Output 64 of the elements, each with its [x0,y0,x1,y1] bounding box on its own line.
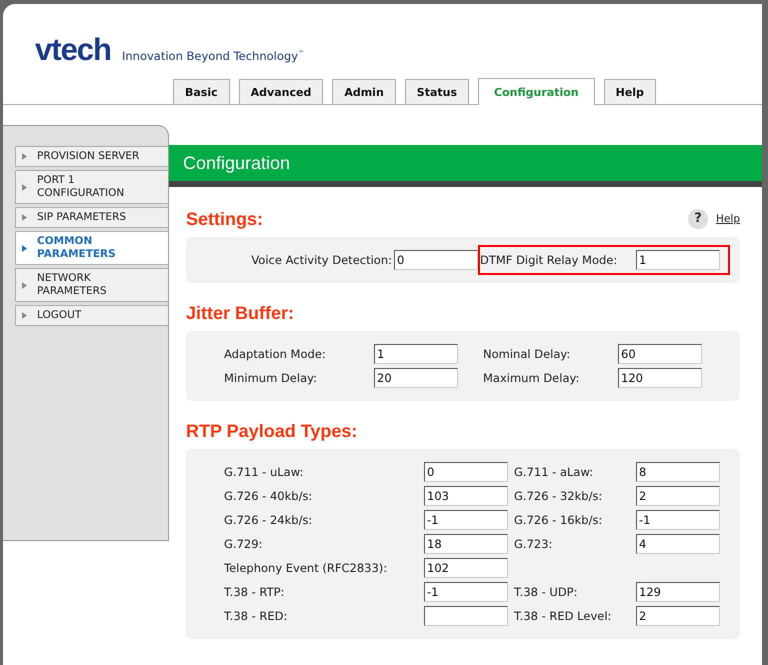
sidebar-item[interactable]: SIP PARAMETERS [15,207,168,228]
field-label: Nominal Delay: [483,347,572,361]
input-field[interactable]: 2 [636,606,720,626]
input-field[interactable]: 102 [424,558,508,578]
help-icon[interactable]: ? [688,209,708,229]
input-field[interactable]: 0 [424,462,508,482]
nav-tab[interactable]: Basic [173,79,230,104]
field-label: Minimum Delay: [224,371,318,385]
input-field[interactable]: 1 [636,250,720,270]
field-label: G.711 - uLaw: [224,465,304,479]
field-label: G.729: [224,537,264,551]
title-bar: Configuration [169,145,762,181]
field-label: T.38 - UDP: [514,585,578,599]
brand-logo: vtech [35,34,111,65]
field-label: G.723: [514,537,554,551]
sidebar-item[interactable]: LOGOUT [15,305,168,326]
nav-tab[interactable]: Configuration [478,78,595,105]
field-label: G.726 - 24kb/s: [224,513,314,527]
field-label: Adaptation Mode: [224,347,327,361]
nav-tab[interactable]: Advanced [238,79,324,104]
field-label: Telephony Event (RFC2833): [224,561,388,575]
input-field[interactable]: 4 [636,534,720,554]
triangle-icon [22,153,27,160]
triangle-icon [22,184,27,190]
input-field[interactable]: 1 [374,344,458,364]
triangle-icon [22,282,27,288]
input-field[interactable]: 18 [424,534,508,554]
input-field[interactable]: 103 [424,486,508,506]
input-field[interactable]: 129 [636,582,720,602]
field-label: G.711 - aLaw: [514,465,594,479]
input-field[interactable]: 120 [618,368,702,388]
triangle-icon [22,214,27,221]
triangle-icon [22,312,27,319]
field-label: Maximum Delay: [483,371,580,385]
input-field[interactable]: -1 [424,582,508,602]
field-label: G.726 - 16kb/s: [514,513,604,527]
sidebar-item[interactable]: PROVISION SERVER [15,146,168,167]
nav-tab[interactable]: Status [404,79,470,104]
nav-tab[interactable]: Admin [332,79,396,104]
tagline: Innovation Beyond Technology$^{™}$ [122,49,304,63]
sidebar-item[interactable]: NETWORK PARAMETERS [15,268,168,302]
nav-tab[interactable]: Help [604,79,656,104]
input-field[interactable]: 0 [394,250,478,270]
help-link[interactable]: Help [716,213,740,225]
field-label: G.726 - 40kb/s: [224,489,314,503]
field-label: G.726 - 32kb/s: [514,489,604,503]
field-label: DTMF Digit Relay Mode: [480,253,618,267]
field-label: T.38 - RED Level: [514,609,612,623]
triangle-icon [22,244,27,252]
input-field[interactable]: 2 [636,486,720,506]
field-label: T.38 - RTP: [224,585,286,599]
section-heading: RTP Payload Types: [186,420,358,442]
input-field[interactable]: 8 [636,462,720,482]
field-label: T.38 - RED: [224,609,288,623]
input-field[interactable]: -1 [636,510,720,530]
field-label: Voice Activity Detection: [250,253,393,267]
sidebar-item[interactable]: COMMON PARAMETERS [15,231,168,265]
input-field[interactable] [424,606,508,626]
section-heading: Settings: [186,208,264,230]
input-field[interactable]: -1 [424,510,508,530]
input-field[interactable]: 60 [618,344,702,364]
input-field[interactable]: 20 [374,368,458,388]
section-heading: Jitter Buffer: [186,302,296,324]
sidebar-item[interactable]: PORT 1 CONFIGURATION [15,170,168,204]
